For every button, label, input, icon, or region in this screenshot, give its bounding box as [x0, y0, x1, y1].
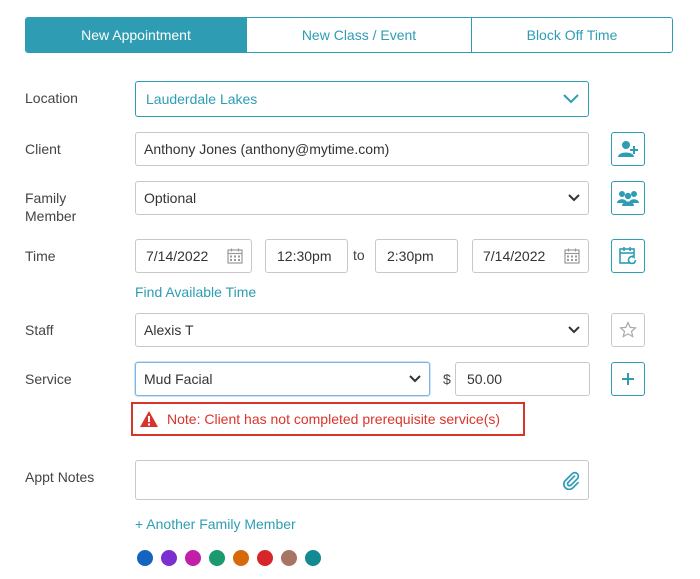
paperclip-icon[interactable] [562, 470, 580, 490]
client-value: Anthony Jones (anthony@mytime.com) [144, 141, 390, 157]
color-swatch[interactable] [185, 550, 201, 566]
location-select[interactable]: Lauderdale Lakes [135, 81, 589, 117]
calendar-icon[interactable] [227, 248, 243, 264]
start-date-value: 7/14/2022 [146, 248, 209, 264]
tab-new-class-event[interactable]: New Class / Event [246, 18, 471, 52]
color-swatch[interactable] [305, 550, 321, 566]
tab-new-appointment[interactable]: New Appointment [26, 18, 246, 52]
color-swatches [137, 550, 321, 566]
service-price-input[interactable]: 50.00 [455, 362, 590, 396]
family-member-value: Optional [144, 190, 197, 206]
appt-notes-label: Appt Notes [25, 469, 95, 485]
client-input[interactable]: Anthony Jones (anthony@mytime.com) [135, 132, 589, 166]
color-swatch[interactable] [209, 550, 225, 566]
chevron-down-icon [409, 375, 421, 383]
currency-symbol: $ [443, 371, 451, 387]
family-member-select[interactable]: Optional [135, 181, 589, 215]
color-swatch[interactable] [281, 550, 297, 566]
service-value: Mud Facial [144, 371, 213, 387]
family-member-label: Family Member [25, 190, 77, 224]
family-members-button[interactable] [611, 181, 645, 215]
staff-value: Alexis T [144, 322, 194, 338]
add-client-button[interactable] [611, 132, 645, 166]
color-swatch[interactable] [257, 550, 273, 566]
end-time-value: 2:30pm [387, 248, 434, 264]
end-time-input[interactable]: 2:30pm [375, 239, 458, 273]
start-time-value: 12:30pm [277, 248, 332, 264]
group-icon [617, 191, 639, 206]
calendar-icon[interactable] [564, 248, 580, 264]
location-value: Lauderdale Lakes [146, 91, 258, 107]
client-label: Client [25, 141, 61, 157]
tab-block-off-time[interactable]: Block Off Time [471, 18, 672, 52]
chevron-down-icon [568, 326, 580, 334]
end-date-input[interactable]: 7/14/2022 [472, 239, 589, 273]
favorite-staff-button[interactable] [611, 313, 645, 347]
start-date-input[interactable]: 7/14/2022 [135, 239, 252, 273]
prerequisite-warning: Note: Client has not completed prerequis… [131, 402, 525, 436]
warning-text: Note: Client has not completed prerequis… [167, 411, 501, 427]
find-available-time-link[interactable]: Find Available Time [135, 284, 256, 300]
color-swatch[interactable] [233, 550, 249, 566]
warning-icon [140, 411, 158, 427]
color-swatch[interactable] [137, 550, 153, 566]
add-another-family-member-link[interactable]: + Another Family Member [135, 516, 296, 532]
end-date-value: 7/14/2022 [483, 248, 546, 264]
plus-icon [622, 373, 634, 385]
star-icon [619, 321, 637, 338]
location-label: Location [25, 90, 78, 106]
chevron-down-icon [563, 94, 579, 104]
staff-label: Staff [25, 322, 54, 338]
service-label: Service [25, 371, 72, 387]
chevron-down-icon [568, 194, 580, 202]
staff-select[interactable]: Alexis T [135, 313, 589, 347]
time-label: Time [25, 248, 56, 264]
calendar-repeat-icon [619, 247, 637, 265]
add-service-button[interactable] [611, 362, 645, 396]
start-time-input[interactable]: 12:30pm [265, 239, 348, 273]
service-select[interactable]: Mud Facial [135, 362, 430, 396]
recurring-appointment-button[interactable] [611, 239, 645, 273]
appt-notes-input[interactable] [135, 460, 589, 500]
add-user-icon [618, 141, 638, 157]
service-price-value: 50.00 [467, 371, 503, 387]
color-swatch[interactable] [161, 550, 177, 566]
appointment-type-tabs: New Appointment New Class / Event Block … [25, 17, 673, 53]
time-separator: to [353, 247, 365, 263]
